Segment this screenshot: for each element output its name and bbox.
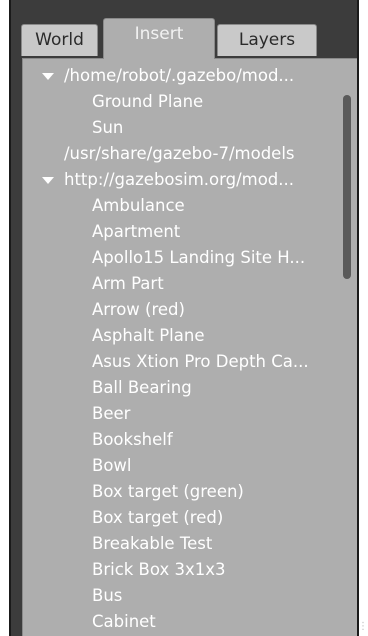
tab-layers[interactable]: Layers <box>217 24 317 56</box>
model-tree[interactable]: /home/robot/.gazebo/mod... Ground Plane Su… <box>23 59 357 636</box>
tree-item[interactable]: Asphalt Plane <box>92 323 204 349</box>
tab-bar: World Insert Layers <box>11 14 357 59</box>
tab-insert[interactable]: Insert <box>103 18 215 59</box>
tree-item[interactable]: Bowl <box>92 453 132 479</box>
vertical-scrollbar[interactable] <box>343 95 351 279</box>
tree-item[interactable]: Asus Xtion Pro Depth Ca... <box>92 349 309 375</box>
insert-panel-window: World Insert Layers /home/robot/.gazebo/… <box>9 0 359 636</box>
expand-arrow-icon[interactable] <box>42 73 54 80</box>
tree-item[interactable]: Sun <box>92 115 123 141</box>
tree-item[interactable]: Breakable Test <box>92 531 212 557</box>
expand-arrow-icon[interactable] <box>42 177 54 184</box>
tree-item[interactable]: Box target (green) <box>92 479 244 505</box>
tree-item[interactable]: Bus <box>92 583 122 609</box>
tree-item[interactable]: Box target (red) <box>92 505 223 531</box>
tab-world[interactable]: World <box>21 24 98 56</box>
tree-item[interactable]: Brick Box 3x1x3 <box>92 557 226 583</box>
tree-item[interactable]: Arrow (red) <box>92 297 185 323</box>
tree-item[interactable]: Ball Bearing <box>92 375 192 401</box>
tree-item[interactable]: Apollo15 Landing Site H... <box>92 245 305 271</box>
tree-item[interactable]: Cabinet <box>92 609 156 635</box>
tree-group-label: /usr/share/gazebo-7/models <box>64 144 295 163</box>
tree-item[interactable]: Apartment <box>92 219 180 245</box>
tree-item[interactable]: Ambulance <box>92 193 185 219</box>
tree-item[interactable]: Arm Part <box>92 271 164 297</box>
tree-item[interactable]: Beer <box>92 401 130 427</box>
resize-grip-icon[interactable]: ⋮ <box>358 621 368 632</box>
tree-item[interactable]: Bookshelf <box>92 427 173 453</box>
tree-item[interactable]: Ground Plane <box>92 89 203 115</box>
tree-group-label: /home/robot/.gazebo/mod... <box>64 66 295 85</box>
model-tree-panel: /home/robot/.gazebo/mod... Ground Plane Su… <box>22 58 357 636</box>
tree-group-label: http://gazebosim.org/mod... <box>64 170 295 189</box>
